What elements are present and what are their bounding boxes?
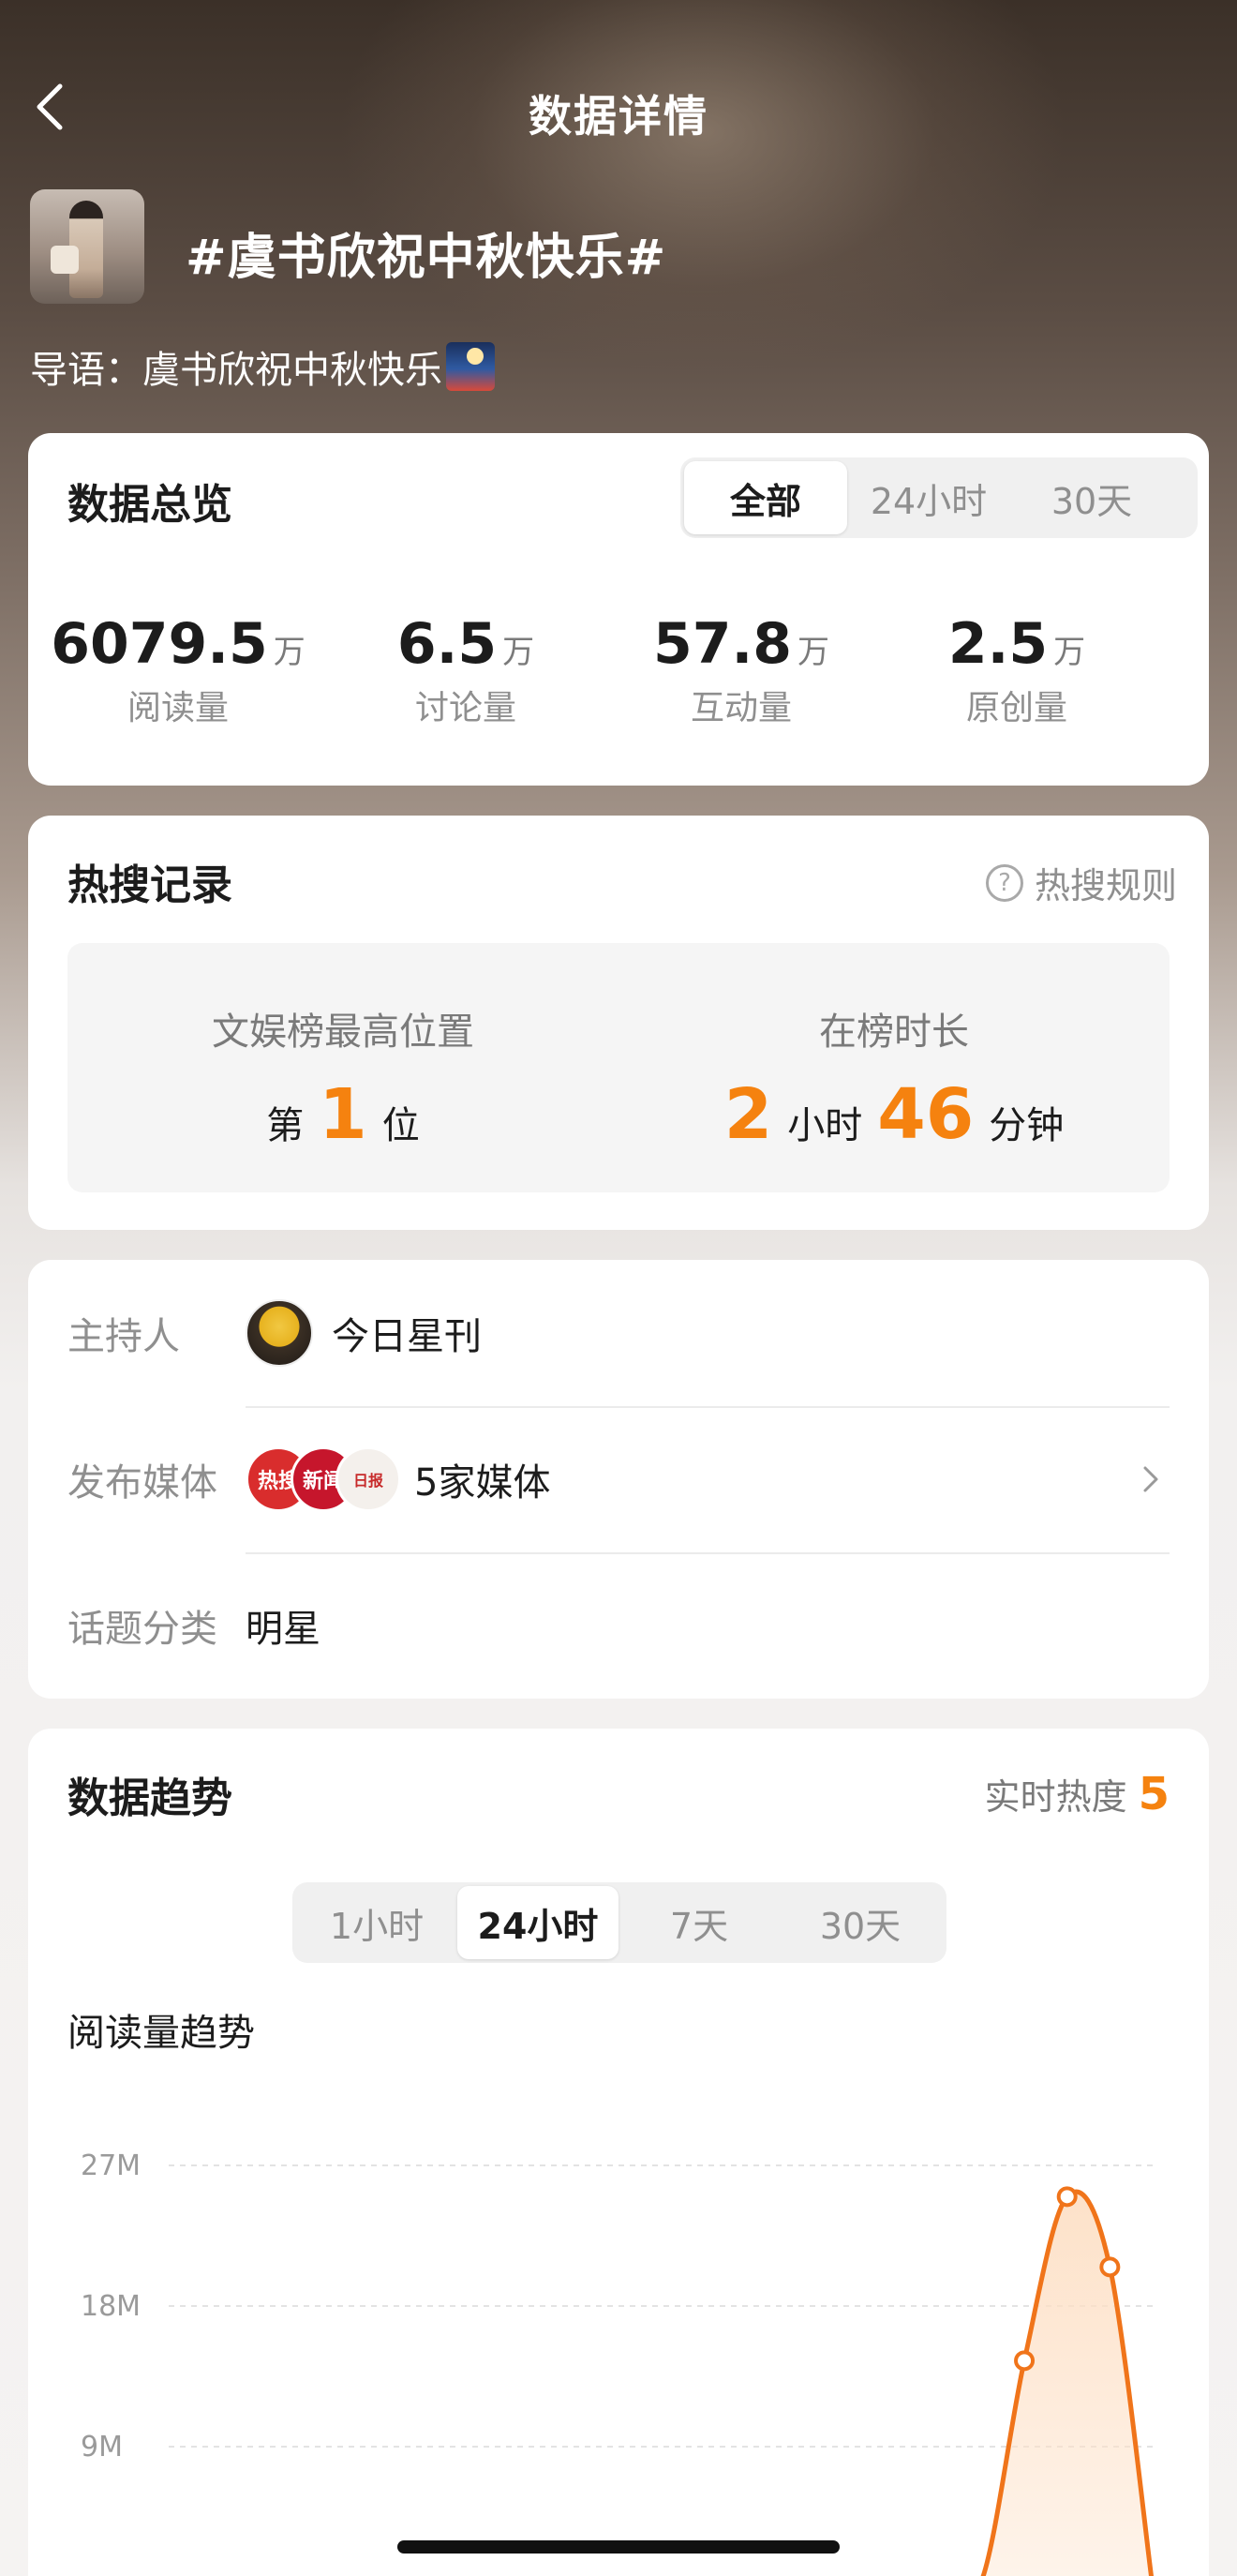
duration-block: 在榜时长 2 小时 46 分钟 <box>618 943 1170 1192</box>
media-avatars: 热搜 新闻 日报 <box>246 1446 401 1512</box>
stat-label: 互动量 <box>690 689 792 727</box>
realtime-heat-label: 实时热度 <box>984 1776 1127 1818</box>
data-point <box>1014 2350 1036 2372</box>
page: 数据详情 #虞书欣祝中秋快乐# 导语：虞书欣祝中秋快乐 数据总览 全部 24小时… <box>0 0 1237 2576</box>
topic-intro: 导语：虞书欣祝中秋快乐 <box>30 339 495 394</box>
data-point <box>1099 2256 1121 2278</box>
best-position-suffix: 位 <box>381 1104 420 1147</box>
realtime-heat: 实时热度 5 <box>985 1768 1170 1820</box>
reads-trend-chart: 27M 18M 9M <box>81 2149 1154 2576</box>
tab-trend-1h[interactable]: 1小时 <box>296 1886 457 1959</box>
tab-overview-24h[interactable]: 24小时 <box>847 461 1010 534</box>
stat-label: 原创量 <box>965 689 1067 727</box>
stat-unit: 万 <box>1053 634 1086 671</box>
topic-thumbnail[interactable] <box>30 189 144 304</box>
page-title: 数据详情 <box>529 91 708 142</box>
tab-trend-24h[interactable]: 24小时 <box>457 1886 618 1959</box>
best-position-block: 文娱榜最高位置 第 1 位 <box>67 943 618 1192</box>
trend-range-tabs: 1小时 24小时 7天 30天 <box>292 1882 946 1963</box>
y-tick-label: 9M <box>81 2431 123 2464</box>
thumbnail-bag <box>51 246 79 274</box>
best-position-label: 文娱榜最高位置 <box>212 1011 474 1054</box>
duration-minutes: 46 <box>877 1074 975 1155</box>
topic-intro-text: 导语：虞书欣祝中秋快乐 <box>30 349 442 392</box>
stat-value: 6.5 <box>396 611 498 677</box>
chart-area <box>983 2192 1152 2576</box>
host-name[interactable]: 今日星刊 <box>332 1306 482 1360</box>
category-row: 话题分类 明星 <box>67 1552 1170 1699</box>
y-tick-label: 27M <box>81 2149 141 2182</box>
stat-originals: 2.5 万 原创量 <box>879 611 1155 729</box>
media-count: 5家媒体 <box>414 1461 551 1505</box>
overview-title: 数据总览 <box>67 481 232 529</box>
topic-title: #虞书欣祝中秋快乐# <box>186 230 667 286</box>
hot-search-rules-label: 热搜规则 <box>1034 865 1177 906</box>
category-value: 明星 <box>246 1608 320 1651</box>
hot-search-card: 热搜记录 ? 热搜规则 文娱榜最高位置 第 1 位 在榜时长 2 小时 46 分… <box>28 816 1209 1230</box>
overview-range-tabs: 全部 24小时 30天 <box>680 457 1198 538</box>
tab-overview-all[interactable]: 全部 <box>684 461 847 534</box>
hot-search-summary: 文娱榜最高位置 第 1 位 在榜时长 2 小时 46 分钟 <box>67 943 1170 1192</box>
data-point <box>1056 2186 1078 2208</box>
stat-value: 2.5 <box>947 611 1049 677</box>
tab-trend-7d[interactable]: 7天 <box>618 1886 780 1959</box>
duration-value: 2 小时 46 分钟 <box>618 1074 1170 1155</box>
category-label: 话题分类 <box>67 1608 217 1651</box>
overview-stats: 6079.5万 阅读量 6.5万 讨论量 57.8万 互动量 2.5万 <box>28 611 1209 729</box>
question-icon: ? <box>985 863 1023 902</box>
host-row[interactable]: 主持人 今日星刊 <box>67 1260 1170 1406</box>
duration-hours: 2 <box>723 1074 773 1155</box>
hot-search-title: 热搜记录 <box>67 861 232 909</box>
chevron-right-icon[interactable] <box>1132 1460 1170 1498</box>
chart-title: 阅读量趋势 <box>67 2012 255 2055</box>
duration-minutes-unit: 分钟 <box>989 1104 1065 1147</box>
host-label: 主持人 <box>67 1315 180 1358</box>
stat-reads: 6079.5 万 阅读量 <box>28 611 328 729</box>
y-tick-label: 18M <box>81 2290 141 2323</box>
nav-bar: 数据详情 <box>0 56 1237 159</box>
mooncake-emoji-icon <box>446 342 495 391</box>
best-position-number: 1 <box>319 1074 367 1155</box>
best-position-value: 第 1 位 <box>67 1074 618 1155</box>
duration-label: 在榜时长 <box>819 1011 969 1054</box>
trend-card: 27M 18M 9M 数据趋势 实时热度 5 1小时 24小时 7天 30天 阅读量… <box>28 1729 1209 2576</box>
stat-label: 阅读量 <box>127 689 229 727</box>
stat-value: 57.8 <box>652 611 793 677</box>
stat-value: 6079.5 <box>51 611 268 677</box>
stat-discussions: 6.5 万 讨论量 <box>328 611 604 729</box>
media-label: 发布媒体 <box>67 1461 217 1505</box>
media-avatar: 日报 <box>335 1446 401 1512</box>
tab-trend-30d[interactable]: 30天 <box>780 1886 941 1959</box>
overview-card: 数据总览 全部 24小时 30天 6079.5 万 阅读量 6.5 万 讨论量 57… <box>28 433 1209 786</box>
stat-label: 讨论量 <box>414 689 516 727</box>
host-avatar[interactable] <box>246 1299 313 1367</box>
best-position-prefix: 第 <box>266 1104 305 1147</box>
media-row[interactable]: 发布媒体 热搜 新闻 日报 5家媒体 <box>67 1406 1170 1552</box>
stat-unit: 万 <box>797 634 830 671</box>
topic-info-card: 主持人 今日星刊 发布媒体 热搜 新闻 日报 5家媒体 话题分类 明星 <box>28 1260 1209 1699</box>
topic-header: #虞书欣祝中秋快乐# <box>30 189 1201 306</box>
duration-hours-unit: 小时 <box>787 1104 863 1147</box>
stat-interactions: 57.8 万 互动量 <box>604 611 879 729</box>
stat-unit: 万 <box>502 634 535 671</box>
realtime-heat-value: 5 <box>1138 1768 1170 1820</box>
trend-title: 数据趋势 <box>67 1775 232 1822</box>
tab-overview-30d[interactable]: 30天 <box>1010 461 1173 534</box>
stat-unit: 万 <box>273 634 306 671</box>
home-indicator <box>397 2540 840 2554</box>
hot-search-rules-link[interactable]: ? 热搜规则 <box>985 857 1177 908</box>
